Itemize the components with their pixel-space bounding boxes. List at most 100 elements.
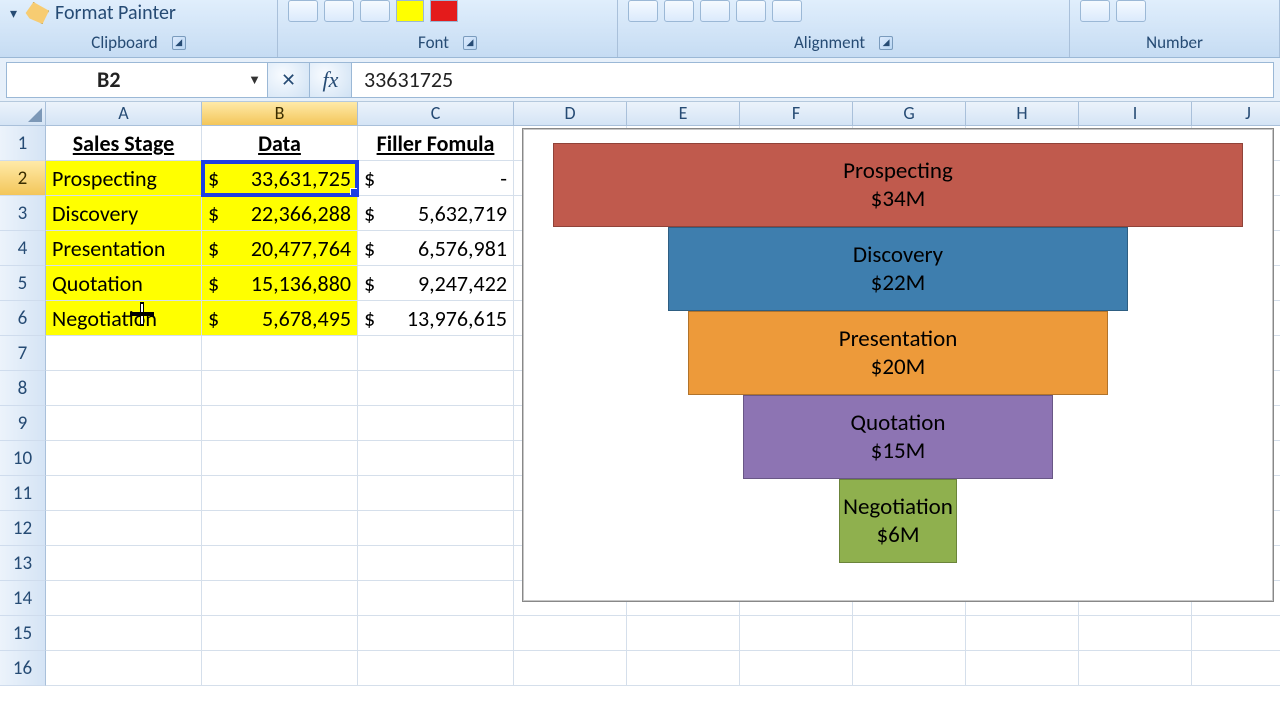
insert-function-icon[interactable]: fx	[310, 62, 352, 98]
cell[interactable]	[966, 616, 1079, 651]
cell[interactable]: Sales Stage	[46, 126, 202, 161]
cell[interactable]	[358, 476, 514, 511]
row-header[interactable]: 6	[0, 301, 46, 336]
cell[interactable]: $20,477,764	[202, 231, 358, 266]
fill-color-yellow-icon[interactable]	[396, 0, 424, 22]
font-tool-button[interactable]	[324, 0, 354, 22]
col-header[interactable]: I	[1079, 102, 1192, 125]
cancel-formula-icon[interactable]: ✕	[268, 62, 310, 98]
cell[interactable]: $6,576,981	[358, 231, 514, 266]
align-tool-button[interactable]	[628, 0, 658, 22]
cell[interactable]	[358, 546, 514, 581]
cell[interactable]	[1079, 616, 1192, 651]
cell[interactable]	[46, 581, 202, 616]
alignment-dialog-launcher-icon[interactable]: ◢	[879, 36, 893, 50]
select-all-corner[interactable]	[0, 102, 46, 125]
cell[interactable]: Filler Fomula	[358, 126, 514, 161]
cell[interactable]	[46, 616, 202, 651]
cell[interactable]: Data	[202, 126, 358, 161]
row-header[interactable]: 4	[0, 231, 46, 266]
row-header[interactable]: 5	[0, 266, 46, 301]
row-header[interactable]: 3	[0, 196, 46, 231]
funnel-chart[interactable]: Prospecting$34MDiscovery$22MPresentation…	[522, 128, 1274, 602]
cell[interactable]	[46, 476, 202, 511]
number-tool-button[interactable]	[1116, 0, 1146, 22]
cell[interactable]	[358, 336, 514, 371]
number-tool-button[interactable]	[1080, 0, 1110, 22]
active-cell[interactable]: $33,631,725	[202, 161, 358, 196]
cell[interactable]	[514, 651, 627, 686]
cell[interactable]	[358, 616, 514, 651]
cell[interactable]	[358, 406, 514, 441]
cell[interactable]	[358, 371, 514, 406]
name-box[interactable]: B2 ▼	[6, 62, 268, 98]
cell[interactable]	[46, 371, 202, 406]
funnel-bar[interactable]: Discovery$22M	[668, 227, 1128, 311]
cell[interactable]: Presentation	[46, 231, 202, 266]
clipboard-dialog-launcher-icon[interactable]: ◢	[172, 36, 186, 50]
cell[interactable]: $5,632,719	[358, 196, 514, 231]
funnel-bar[interactable]: Prospecting$34M	[553, 143, 1243, 227]
cell[interactable]	[202, 546, 358, 581]
align-tool-button[interactable]	[700, 0, 730, 22]
cell[interactable]	[358, 581, 514, 616]
cell[interactable]	[627, 651, 740, 686]
cell[interactable]	[202, 371, 358, 406]
cell[interactable]	[202, 406, 358, 441]
format-painter-label[interactable]: Format Painter	[55, 1, 176, 25]
font-color-red-icon[interactable]	[430, 0, 458, 22]
cell[interactable]: Discovery	[46, 196, 202, 231]
cell[interactable]	[627, 616, 740, 651]
row-header[interactable]: 1	[0, 126, 46, 161]
cell[interactable]: $9,247,422	[358, 266, 514, 301]
cell[interactable]	[46, 651, 202, 686]
cell[interactable]	[202, 581, 358, 616]
cell[interactable]	[1079, 651, 1192, 686]
cell[interactable]: $15,136,880	[202, 266, 358, 301]
cell[interactable]	[46, 441, 202, 476]
font-tool-button[interactable]	[288, 0, 318, 22]
cell[interactable]	[202, 651, 358, 686]
cell[interactable]	[202, 441, 358, 476]
align-tool-button[interactable]	[772, 0, 802, 22]
font-dialog-launcher-icon[interactable]: ◢	[463, 36, 477, 50]
cell[interactable]	[202, 511, 358, 546]
cell[interactable]	[358, 651, 514, 686]
funnel-bar[interactable]: Quotation$15M	[743, 395, 1053, 479]
row-header[interactable]: 7	[0, 336, 46, 371]
col-header[interactable]: F	[740, 102, 853, 125]
row-header[interactable]: 16	[0, 651, 46, 686]
cell[interactable]	[202, 616, 358, 651]
col-header[interactable]: H	[966, 102, 1079, 125]
col-header[interactable]: D	[514, 102, 627, 125]
cell[interactable]: $5,678,495	[202, 301, 358, 336]
cell[interactable]	[853, 651, 966, 686]
funnel-bar[interactable]: Presentation$20M	[688, 311, 1108, 395]
row-header[interactable]: 14	[0, 581, 46, 616]
col-header[interactable]: E	[627, 102, 740, 125]
row-header[interactable]: 12	[0, 511, 46, 546]
cell[interactable]	[514, 616, 627, 651]
cell[interactable]: Negotiation	[46, 301, 202, 336]
name-box-dropdown-icon[interactable]: ▼	[248, 72, 261, 88]
cell[interactable]	[46, 336, 202, 371]
cell[interactable]	[740, 651, 853, 686]
cell[interactable]: $-	[358, 161, 514, 196]
cell[interactable]	[966, 651, 1079, 686]
row-header[interactable]: 9	[0, 406, 46, 441]
cell[interactable]	[202, 336, 358, 371]
col-header[interactable]: B	[202, 102, 358, 125]
align-tool-button[interactable]	[736, 0, 766, 22]
cell[interactable]: $22,366,288	[202, 196, 358, 231]
row-header[interactable]: 8	[0, 371, 46, 406]
col-header[interactable]: G	[853, 102, 966, 125]
cell[interactable]: Prospecting	[46, 161, 202, 196]
cell[interactable]	[1192, 651, 1280, 686]
cell[interactable]	[358, 511, 514, 546]
row-header[interactable]: 10	[0, 441, 46, 476]
worksheet[interactable]: A B C D E F G H I J 1Sales StageDataFill…	[0, 102, 1280, 720]
cell[interactable]	[46, 511, 202, 546]
cell[interactable]	[358, 441, 514, 476]
cell[interactable]	[1192, 616, 1280, 651]
col-header[interactable]: J	[1192, 102, 1280, 125]
